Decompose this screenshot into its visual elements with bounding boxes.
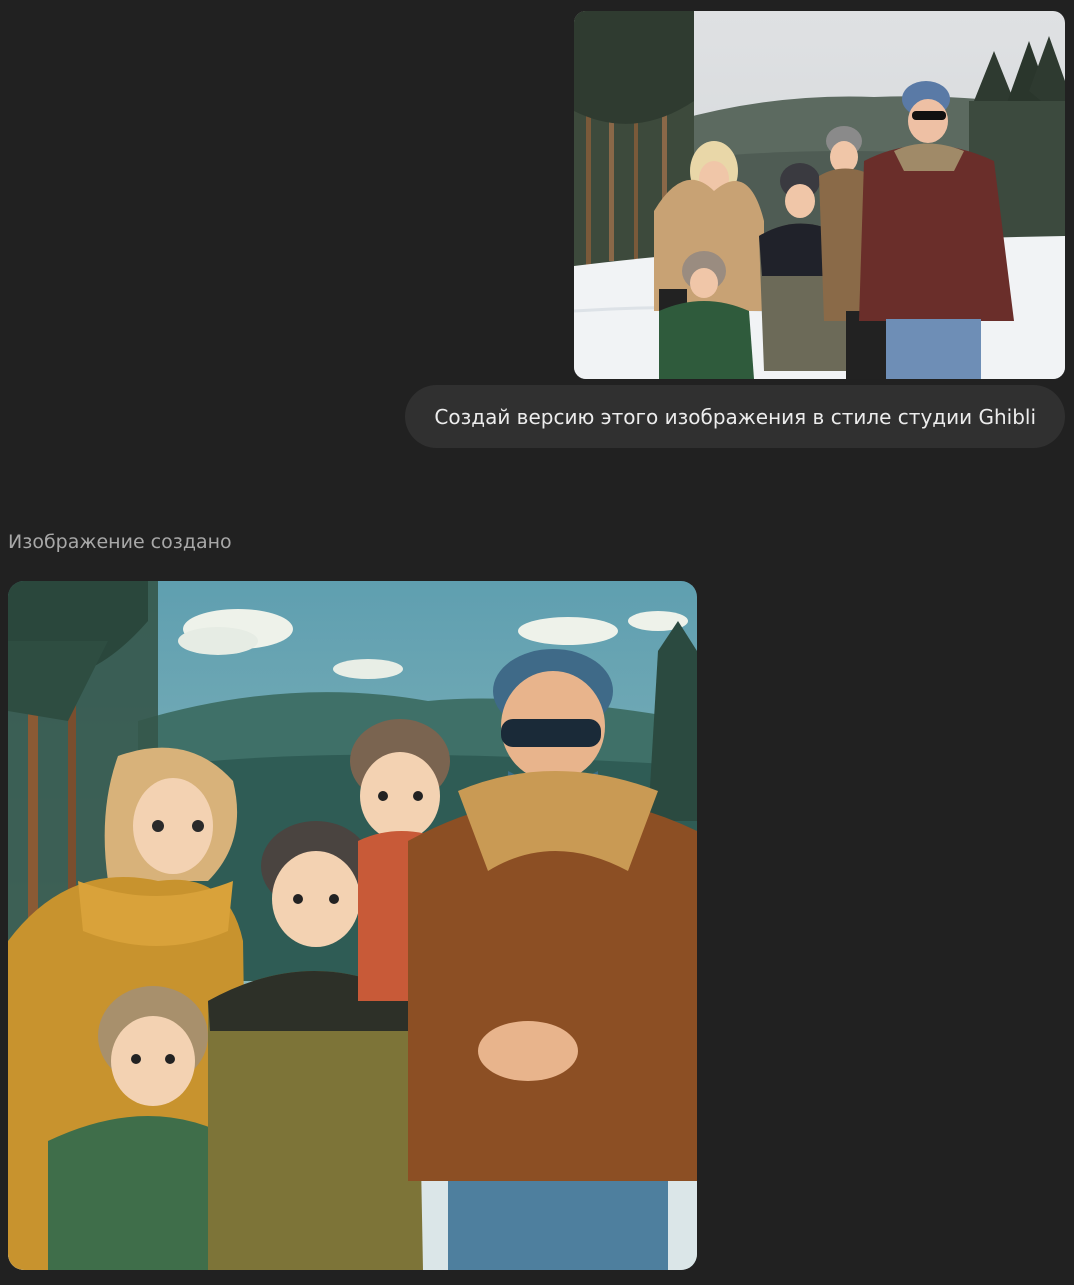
user-uploaded-photo[interactable] [574,11,1065,379]
user-message-bubble: Создай версию этого изображения в стиле … [405,385,1065,448]
chat-thread: Создай версию этого изображения в стиле … [0,0,1074,1285]
user-message-text: Создай версию этого изображения в стиле … [434,404,1036,429]
image-created-label: Изображение создано [8,531,232,553]
family-photo-image [574,11,1065,379]
ghibli-family-illustration [8,581,697,1270]
generated-image[interactable] [8,581,697,1270]
